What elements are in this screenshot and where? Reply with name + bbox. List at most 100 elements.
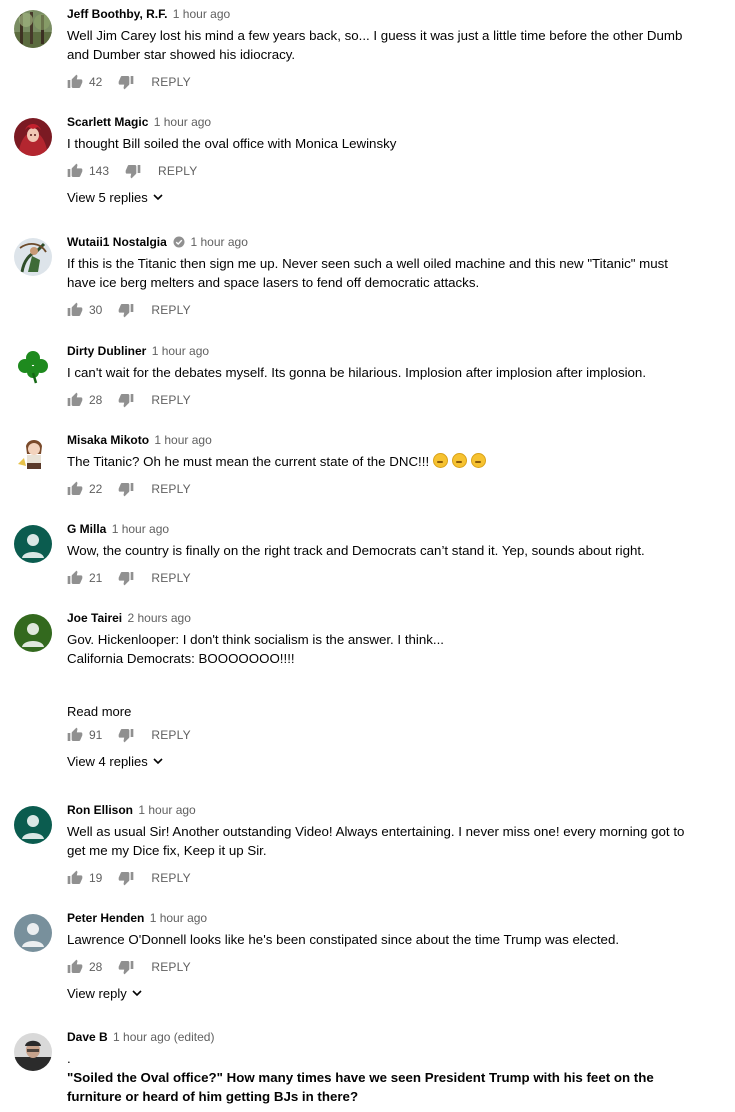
like-button[interactable] — [67, 163, 83, 179]
red-character-avatar-icon — [14, 118, 52, 156]
view-replies-label: View reply — [67, 986, 127, 1001]
avatar[interactable] — [14, 347, 52, 385]
reply-button[interactable]: REPLY — [151, 75, 190, 89]
avatar[interactable] — [14, 525, 52, 563]
like-button[interactable] — [67, 392, 83, 408]
author-name[interactable]: Jeff Boothby, R.F. — [67, 7, 167, 21]
view-replies-button[interactable]: View 4 replies — [67, 754, 163, 769]
comment-text: Well as usual Sir! Another outstanding V… — [67, 822, 687, 860]
dislike-button[interactable] — [118, 570, 134, 586]
comment-body: Peter Henden 1 hour ago Lawrence O'Donne… — [67, 911, 687, 1003]
comment-actions: 21 REPLY — [67, 568, 687, 588]
thumbs-down-icon — [119, 872, 134, 886]
default-user-avatar-icon — [14, 525, 52, 563]
view-replies-label: View 4 replies — [67, 754, 148, 769]
avatar[interactable] — [14, 806, 52, 844]
avatar[interactable] — [14, 10, 52, 48]
comment-timestamp[interactable]: 1 hour ago (edited) — [113, 1030, 214, 1044]
like-count: 22 — [89, 482, 103, 496]
comment-header: Wutaii1 Nostalgia 1 hour ago — [67, 234, 687, 250]
comment-body: Scarlett Magic 1 hour ago I thought Bill… — [67, 115, 687, 207]
reply-button[interactable]: REPLY — [151, 482, 190, 496]
reply-button[interactable]: REPLY — [151, 871, 190, 885]
reply-button[interactable]: REPLY — [151, 393, 190, 407]
avatar[interactable] — [14, 238, 52, 276]
comment-timestamp[interactable]: 1 hour ago — [150, 911, 207, 925]
comment-timestamp[interactable]: 2 hours ago — [127, 611, 190, 625]
like-button[interactable] — [67, 727, 83, 743]
author-name[interactable]: Peter Henden — [67, 911, 144, 925]
reply-button[interactable]: REPLY — [151, 303, 190, 317]
comment-line: Lawrence O'Donnell looks like he's been … — [67, 932, 620, 947]
comment-actions: 143 REPLY — [67, 161, 687, 181]
dislike-button[interactable] — [118, 727, 134, 743]
comment-body: Dirty Dubliner 1 hour ago I can't wait f… — [67, 344, 687, 410]
like-count: 91 — [89, 728, 103, 742]
comment-header: Dave B 1 hour ago (edited) — [67, 1029, 687, 1045]
author-name[interactable]: Misaka Mikoto — [67, 433, 149, 447]
comment-actions: 22 REPLY — [67, 479, 687, 499]
author-name[interactable]: G Milla — [67, 522, 106, 536]
thumbs-down-icon — [119, 483, 134, 497]
anime-avatar-icon — [14, 436, 52, 474]
comment-actions: 30 REPLY — [67, 300, 687, 320]
reply-button[interactable]: REPLY — [158, 164, 197, 178]
comment-header: Peter Henden 1 hour ago — [67, 910, 687, 926]
comment-timestamp[interactable]: 1 hour ago — [112, 522, 169, 536]
thumbs-down-icon — [119, 961, 134, 975]
author-name[interactable]: Joe Tairei — [67, 611, 122, 625]
author-name[interactable]: Ron Ellison — [67, 803, 133, 817]
reply-button[interactable]: REPLY — [151, 728, 190, 742]
dislike-button[interactable] — [118, 959, 134, 975]
comment-text: I thought Bill soiled the oval office wi… — [67, 134, 687, 153]
thumbs-up-icon — [67, 727, 83, 741]
avatar[interactable] — [14, 118, 52, 156]
comment-body: Dave B 1 hour ago (edited) . "Soiled the… — [67, 1030, 687, 1106]
dislike-button[interactable] — [118, 302, 134, 318]
avatar[interactable] — [14, 1033, 52, 1071]
view-replies-button[interactable]: View 5 replies — [67, 190, 163, 205]
comment-timestamp[interactable]: 1 hour ago — [138, 803, 195, 817]
reply-button[interactable]: REPLY — [151, 571, 190, 585]
dislike-button[interactable] — [118, 74, 134, 90]
reply-button[interactable]: REPLY — [151, 960, 190, 974]
dislike-button[interactable] — [125, 163, 141, 179]
like-button[interactable] — [67, 74, 83, 90]
view-replies-button[interactable]: View reply — [67, 986, 142, 1001]
like-button[interactable] — [67, 302, 83, 318]
author-name[interactable]: Scarlett Magic — [67, 115, 148, 129]
comment-line: Gov. Hickenlooper: I don't think sociali… — [67, 632, 444, 647]
comment-timestamp[interactable]: 1 hour ago — [190, 235, 247, 249]
comment-timestamp[interactable]: 1 hour ago — [152, 344, 209, 358]
like-button[interactable] — [67, 570, 83, 586]
thumbs-up-icon — [67, 163, 83, 177]
thumbs-up-icon — [67, 74, 83, 88]
comment-line: Well as usual Sir! Another outstanding V… — [67, 824, 685, 858]
photo-avatar-icon — [14, 1033, 52, 1071]
comment-timestamp[interactable]: 1 hour ago — [154, 115, 211, 129]
avatar[interactable] — [14, 914, 52, 952]
comment-actions: 42 REPLY — [67, 72, 687, 92]
comment-text: Wow, the country is finally on the right… — [67, 541, 687, 560]
like-button[interactable] — [67, 959, 83, 975]
author-name[interactable]: Wutaii1 Nostalgia — [67, 235, 167, 249]
avatar[interactable] — [14, 436, 52, 474]
comment-header: Jeff Boothby, R.F. 1 hour ago — [67, 6, 687, 22]
comment-timestamp[interactable]: 1 hour ago — [173, 7, 230, 21]
read-more-link[interactable]: Read more — [67, 704, 687, 719]
thumbs-down-icon — [119, 572, 134, 586]
face-emoji-icon — [433, 453, 449, 468]
avatar[interactable] — [14, 614, 52, 652]
like-count: 143 — [89, 164, 110, 178]
author-name[interactable]: Dave B — [67, 1030, 108, 1044]
dislike-button[interactable] — [118, 392, 134, 408]
author-name[interactable]: Dirty Dubliner — [67, 344, 146, 358]
dislike-button[interactable] — [118, 870, 134, 886]
comment-body: Joe Tairei 2 hours ago Gov. Hickenlooper… — [67, 611, 687, 771]
like-button[interactable] — [67, 870, 83, 886]
dislike-button[interactable] — [118, 481, 134, 497]
comment-timestamp[interactable]: 1 hour ago — [154, 433, 211, 447]
like-button[interactable] — [67, 481, 83, 497]
comment-line: . — [67, 1051, 71, 1066]
default-user-avatar-icon — [14, 914, 52, 952]
